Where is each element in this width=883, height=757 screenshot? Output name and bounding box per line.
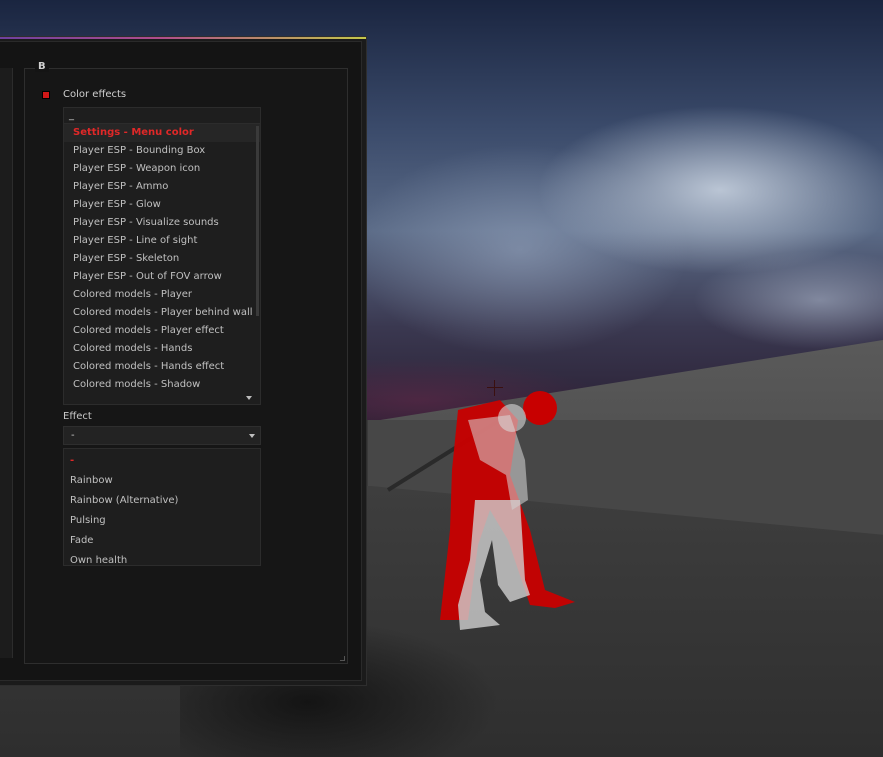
list-item[interactable]: Settings - Menu color (64, 124, 260, 142)
list-item[interactable]: Player ESP - Out of FOV arrow (64, 268, 260, 286)
list-item[interactable]: Colored models - Shadow (64, 376, 260, 394)
effect-dropdown-value: - (71, 430, 75, 441)
list-item[interactable]: Player ESP - Skeleton (64, 250, 260, 268)
player-model (386, 391, 575, 630)
effect-option[interactable]: Pulsing (64, 511, 260, 531)
resize-grip[interactable] (340, 656, 345, 661)
effect-option[interactable]: Fade (64, 531, 260, 551)
list-item[interactable]: Colored models - Player behind wall (64, 304, 260, 322)
list-item[interactable]: Player ESP - Bounding Box (64, 142, 260, 160)
list-item[interactable]: Player ESP - Ammo (64, 178, 260, 196)
list-scrollbar[interactable] (256, 126, 259, 316)
cheat-menu-window: B Color effects _ Settings - Menu color … (0, 36, 367, 686)
list-item[interactable]: Player ESP - Glow (64, 196, 260, 214)
chevron-down-icon[interactable] (246, 396, 252, 400)
effect-label: Effect (63, 411, 92, 422)
menu-panel: B Color effects _ Settings - Menu color … (0, 41, 362, 681)
effect-options-list[interactable]: - Rainbow Rainbow (Alternative) Pulsing … (63, 448, 261, 566)
list-item[interactable]: Player ESP - Weapon icon (64, 160, 260, 178)
color-effects-label[interactable]: Color effects (63, 89, 126, 100)
effect-option[interactable]: - (64, 451, 260, 471)
color-search-input[interactable]: _ (63, 107, 261, 124)
color-target-list[interactable]: Settings - Menu color Player ESP - Bound… (63, 123, 261, 405)
list-item[interactable]: Colored models - Player (64, 286, 260, 304)
list-item[interactable]: Colored models - Hands (64, 340, 260, 358)
groupbox-b: B Color effects _ Settings - Menu color … (24, 61, 348, 664)
list-item[interactable]: Colored models - Hands effect (64, 358, 260, 376)
effect-dropdown[interactable]: - (63, 426, 261, 445)
groupbox-title: B (35, 61, 49, 72)
tab-strip (0, 68, 13, 658)
crosshair (487, 380, 503, 396)
effect-option[interactable]: Rainbow (Alternative) (64, 491, 260, 511)
list-item[interactable]: Colored models - Player effect (64, 322, 260, 340)
color-effects-checkbox[interactable] (42, 91, 50, 99)
chevron-down-icon (249, 434, 255, 438)
effect-option[interactable]: Rainbow (64, 471, 260, 491)
effect-option[interactable]: Own health (64, 551, 260, 571)
list-item[interactable]: Player ESP - Line of sight (64, 232, 260, 250)
menu-accent-bar (0, 37, 366, 39)
list-item[interactable]: Player ESP - Visualize sounds (64, 214, 260, 232)
